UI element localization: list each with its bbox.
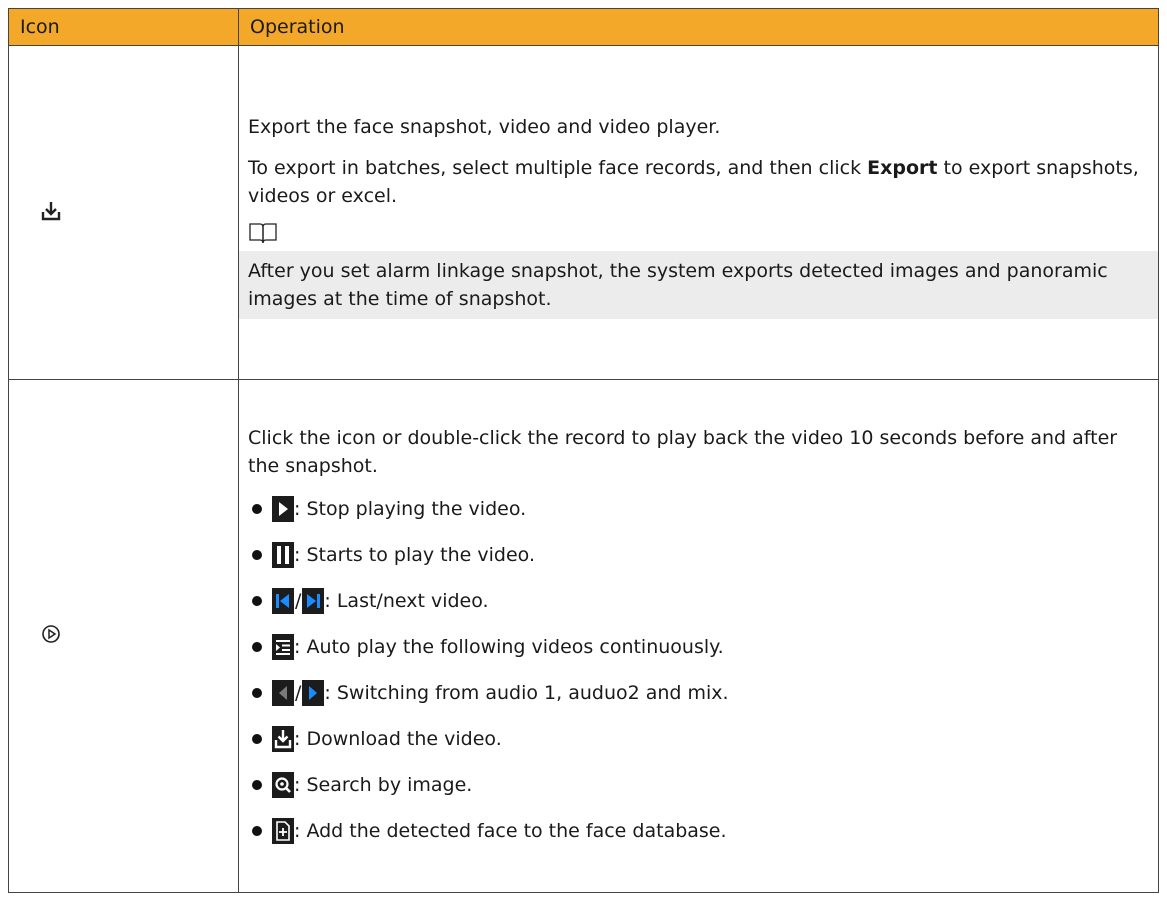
operation-table: Icon Operation Export the face snapshot,… (8, 8, 1159, 893)
bullet-text: : Auto play the following videos continu… (294, 636, 724, 658)
export-keyword: Export (867, 156, 938, 179)
header-operation: Operation (238, 8, 1159, 46)
bullet-text: : Last/next video. (324, 590, 489, 612)
list-item: : Auto play the following videos continu… (248, 624, 1146, 670)
play-circle-icon (42, 625, 60, 643)
note-text: After you set alarm linkage snapshot, th… (248, 259, 1108, 310)
list-item: : Stop playing the video. (248, 486, 1146, 532)
list-item: : Download the video. (248, 716, 1146, 762)
list-item: : Add the detected face to the face data… (248, 808, 1146, 854)
bullet-dot (252, 780, 262, 790)
export-description: Export the face snapshot, video and vide… (248, 115, 721, 138)
download-icon (41, 201, 61, 220)
bullet-text: : Download the video. (294, 728, 502, 750)
bullet-dot (252, 688, 262, 698)
list-item: / : Last/next video. (248, 578, 1146, 624)
separator: / (295, 590, 302, 612)
add-to-database-icon (272, 818, 294, 844)
operation-cell-export: Export the face snapshot, video and vide… (238, 45, 1159, 380)
playback-controls-list: : Stop playing the video. : Starts to pl… (248, 486, 1146, 854)
table-row-export: Export the face snapshot, video and vide… (8, 45, 1159, 380)
separator: / (295, 682, 302, 704)
icon-cell-export (8, 45, 239, 380)
note-box: After you set alarm linkage snapshot, th… (239, 250, 1158, 319)
batch-export-text: To export in batches, select multiple fa… (248, 156, 1139, 207)
bullet-text: : Switching from audio 1, auduo2 and mix… (324, 682, 729, 704)
list-item: : Starts to play the video. (248, 532, 1146, 578)
bullet-dot (252, 826, 262, 836)
list-item: / : Switching from audio 1, auduo2 and m… (248, 670, 1146, 716)
audio-left-icon (272, 680, 294, 706)
pause-icon (272, 542, 294, 568)
bullet-dot (252, 642, 262, 652)
play-icon (272, 496, 294, 522)
list-item: : Search by image. (248, 762, 1146, 808)
search-by-image-icon (272, 772, 294, 798)
previous-video-icon (272, 588, 294, 614)
bullet-text: : Stop playing the video. (294, 498, 527, 520)
next-video-icon (302, 588, 325, 614)
icon-cell-playback (8, 379, 239, 893)
bullet-text: : Starts to play the video. (294, 544, 535, 566)
auto-play-list-icon (272, 634, 294, 660)
bullet-dot (252, 596, 262, 606)
bullet-text: : Add the detected face to the face data… (294, 820, 727, 842)
book-icon (249, 222, 277, 243)
header-icon: Icon (8, 8, 239, 46)
audio-right-icon (302, 680, 325, 706)
operation-cell-playback: Click the icon or double-click the recor… (238, 379, 1159, 893)
bullet-dot (252, 504, 262, 514)
table-header-row: Icon Operation (8, 8, 1159, 46)
bullet-dot (252, 734, 262, 744)
table-row-playback: Click the icon or double-click the recor… (8, 379, 1159, 893)
playback-intro: Click the icon or double-click the recor… (248, 427, 1118, 477)
bullet-text: : Search by image. (294, 774, 473, 796)
bullet-dot (252, 550, 262, 560)
download-video-icon (272, 726, 294, 752)
